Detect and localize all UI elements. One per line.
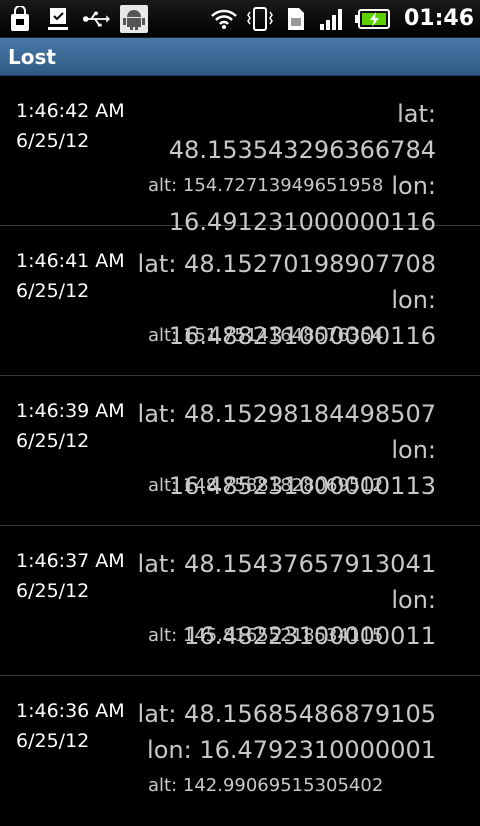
- altitude: alt: 142.99069515305402: [148, 775, 384, 796]
- signal-icon: [318, 5, 346, 33]
- entry-time: 1:46:36 AM: [16, 700, 125, 722]
- latitude: lat: 48.153543296366784: [168, 100, 436, 164]
- battery-charging-icon: [354, 5, 392, 33]
- entry-time: 1:46:37 AM: [16, 550, 125, 572]
- entry-time: 1:46:41 AM: [16, 250, 125, 272]
- latitude: lat: 48.15437657913041: [137, 550, 436, 578]
- vibrate-icon: [246, 5, 274, 33]
- timestamp: 1:46:41 AM 6/25/12: [16, 246, 125, 306]
- latitude: lat: 48.15298184498507: [137, 400, 436, 428]
- list-item[interactable]: 1:46:39 AM 6/25/12 lat: 48.1529818449850…: [0, 376, 480, 526]
- coordinates: lat: 48.153543296366784 lon: 16.49123100…: [136, 96, 436, 240]
- entry-date: 6/25/12: [16, 130, 90, 152]
- timestamp: 1:46:37 AM 6/25/12: [16, 546, 125, 606]
- altitude: alt: 151.75141648576354: [148, 325, 384, 346]
- wifi-icon: [210, 5, 238, 33]
- entry-date: 6/25/12: [16, 280, 90, 302]
- timestamp: 1:46:42 AM 6/25/12: [16, 96, 125, 156]
- entry-date: 6/25/12: [16, 730, 90, 752]
- altitude: alt: 148.75881828069512: [148, 475, 384, 496]
- longitude: lon: 16.4792310000001: [147, 736, 436, 764]
- entry-date: 6/25/12: [16, 580, 90, 602]
- altitude: alt: 145.81655218534115: [148, 625, 384, 646]
- download-check-icon[interactable]: [44, 5, 72, 33]
- list-item[interactable]: 1:46:41 AM 6/25/12 lat: 48.1527019890770…: [0, 226, 480, 376]
- coordinates: lat: 48.15685486879105 lon: 16.479231000…: [136, 696, 436, 768]
- altitude: alt: 154.72713949651958: [148, 175, 384, 196]
- title-bar: Lost: [0, 38, 480, 76]
- latitude: lat: 48.15270198907708: [137, 250, 436, 278]
- entry-time: 1:46:39 AM: [16, 400, 125, 422]
- list-item[interactable]: 1:46:36 AM 6/25/12 lat: 48.1568548687910…: [0, 676, 480, 826]
- timestamp: 1:46:36 AM 6/25/12: [16, 696, 125, 756]
- entry-date: 6/25/12: [16, 430, 90, 452]
- entry-time: 1:46:42 AM: [16, 100, 125, 122]
- status-bar: 01:46: [0, 0, 480, 38]
- sim-icon: [282, 5, 310, 33]
- page-title: Lost: [8, 44, 56, 69]
- list-item[interactable]: 1:46:37 AM 6/25/12 lat: 48.1543765791304…: [0, 526, 480, 676]
- location-list[interactable]: 1:46:42 AM 6/25/12 lat: 48.1535432963667…: [0, 76, 480, 826]
- latitude: lat: 48.15685486879105: [137, 700, 436, 728]
- usb-icon[interactable]: [82, 5, 110, 33]
- shopping-bag-icon[interactable]: [6, 5, 34, 33]
- status-clock: 01:46: [403, 6, 474, 31]
- android-debug-icon[interactable]: [120, 4, 148, 33]
- list-item[interactable]: 1:46:42 AM 6/25/12 lat: 48.1535432963667…: [0, 76, 480, 236]
- timestamp: 1:46:39 AM 6/25/12: [16, 396, 125, 456]
